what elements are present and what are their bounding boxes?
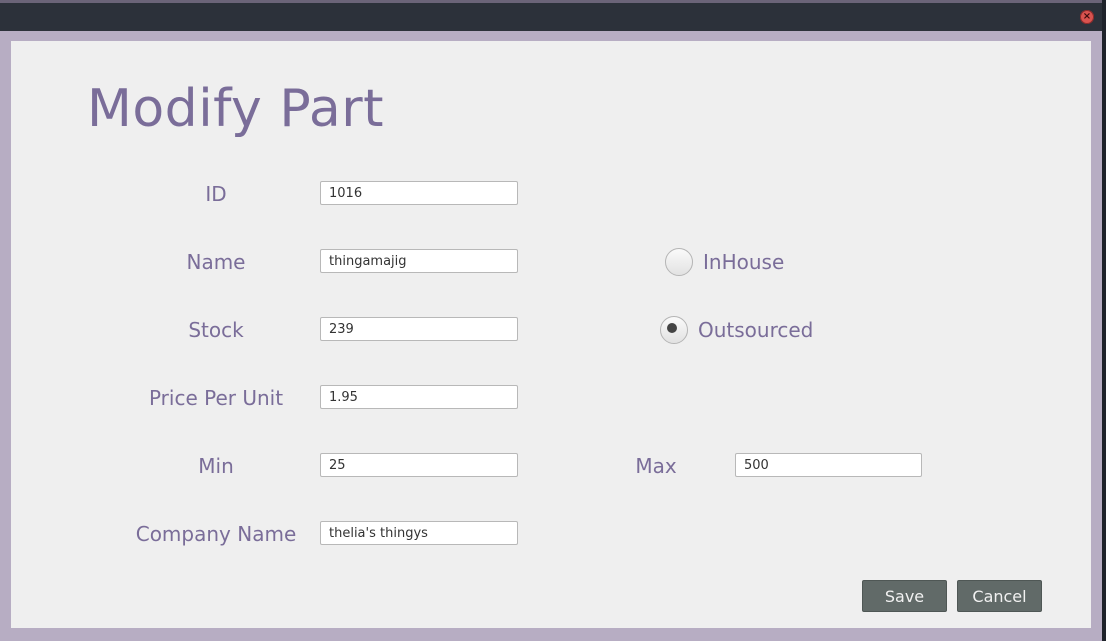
cancel-button[interactable]: Cancel <box>957 580 1042 612</box>
save-button[interactable]: Save <box>862 580 947 612</box>
company-name-field[interactable] <box>320 521 518 545</box>
window-edge <box>1102 0 1106 641</box>
max-label: Max <box>635 454 677 478</box>
name-field[interactable] <box>320 249 518 273</box>
stock-label: Stock <box>188 318 244 342</box>
close-icon[interactable]: × <box>1080 10 1094 24</box>
radio-unchecked-icon[interactable] <box>665 248 693 276</box>
price-label: Price Per Unit <box>148 386 284 410</box>
outsourced-label: Outsourced <box>698 318 814 342</box>
min-field[interactable] <box>320 453 518 477</box>
inhouse-radio[interactable]: InHouse <box>665 248 784 276</box>
id-field[interactable] <box>320 181 518 205</box>
name-label: Name <box>186 250 246 274</box>
inhouse-label: InHouse <box>703 250 785 274</box>
min-label: Min <box>198 454 234 478</box>
company-name-label: Company Name <box>135 522 297 546</box>
outsourced-radio[interactable]: Outsourced <box>660 316 813 344</box>
id-label: ID <box>205 182 227 206</box>
title-bar[interactable]: × <box>0 3 1102 31</box>
modify-part-panel: Modify Part ID Name Stock Price Per Unit… <box>11 41 1091 628</box>
radio-checked-icon[interactable] <box>660 316 688 344</box>
max-field[interactable] <box>735 453 922 477</box>
price-field[interactable] <box>320 385 518 409</box>
page-title: Modify Part <box>87 79 384 139</box>
stock-field[interactable] <box>320 317 518 341</box>
